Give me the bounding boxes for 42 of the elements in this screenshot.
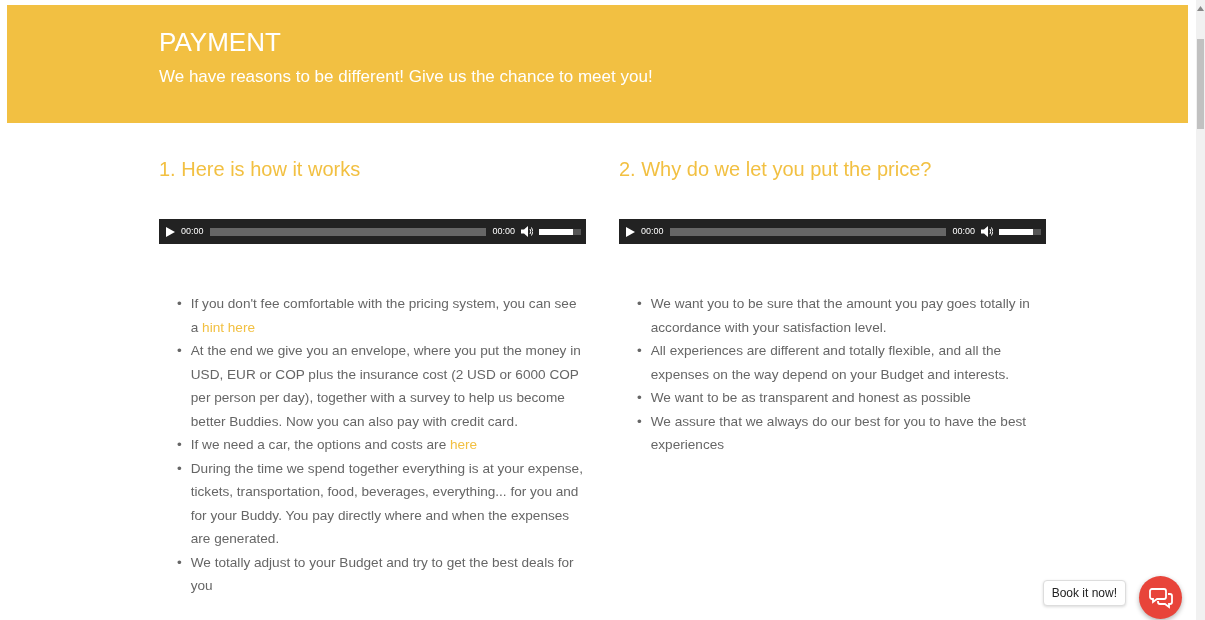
bullet-marker: • [637, 412, 642, 431]
duration-time: 00:00 [952, 224, 975, 238]
page-title: PAYMENT [159, 27, 282, 59]
bullet-marker: • [637, 342, 642, 360]
bullet-marker: • [177, 295, 182, 313]
volume-icon[interactable] [981, 226, 993, 237]
duration-time: 00:00 [492, 224, 515, 238]
section-heading: 2. Why do we let you put the price? [619, 157, 933, 181]
volume-slider[interactable] [539, 228, 581, 235]
elapsed-time: 00:00 [641, 224, 664, 238]
elapsed-time: 00:00 [181, 224, 204, 238]
bullet-text: All experiences are different and totally flexible, and all the expenses on the way depend on your Budget and interests. [650, 342, 1010, 384]
text-link[interactable]: here [449, 437, 478, 452]
bullet-marker: • [637, 389, 642, 407]
play-icon[interactable] [626, 226, 635, 237]
progress-track[interactable] [669, 227, 947, 236]
bullet-text: If you don't fee comfortable with the pricing system, you can see a hint here [190, 295, 578, 337]
bullet-marker: • [177, 342, 182, 360]
bullet-marker: • [177, 553, 182, 572]
bullet-text: During the time we spend together everything is at your expense, tickets, transportation, food, beverages, everything... for you and for your Buddy. You pay directly where and when the expenses are generated. [190, 459, 584, 548]
bullet-marker: • [177, 459, 182, 478]
chat-button[interactable] [1139, 576, 1182, 619]
scrollbar-thumb[interactable] [1197, 39, 1204, 129]
bullet-text: We want to be as transparent and honest as possible [650, 389, 971, 407]
chat-icon [1148, 586, 1173, 609]
play-icon[interactable] [166, 226, 175, 237]
scrollbar[interactable] [1196, 0, 1205, 620]
bullet-text: At the end we give you an envelope, where you put the money in USD, EUR or COP plus the insurance cost (2 USD or 6000 COP per person per day), together with a survey to help us become better Buddies. Now you can also pay with credit card. [190, 342, 582, 431]
volume-icon[interactable] [521, 226, 533, 237]
chat-tooltip: Book it now! [1042, 580, 1126, 606]
scroll-up-icon[interactable] [1197, 6, 1204, 11]
page-subtitle: We have reasons to be different! Give us the chance to meet you! [159, 66, 654, 89]
volume-slider[interactable] [999, 228, 1041, 235]
progress-track[interactable] [209, 227, 487, 236]
bullet-text: We want you to be sure that the amount you pay goes totally in accordance with your satisfaction level. [650, 295, 1031, 337]
text-link[interactable]: hint here [202, 319, 255, 335]
bullet-marker: • [177, 436, 182, 454]
bullet-text: If we need a car, the options and costs are here [190, 436, 478, 454]
bullet-text: We totally adjust to your Budget and try to get the best deals for you [190, 553, 575, 595]
bullet-text: We assure that we always do our best for you to have the best experiences [650, 412, 1028, 454]
section-heading: 1. Here is how it works [159, 157, 362, 181]
bullet-marker: • [637, 295, 642, 313]
